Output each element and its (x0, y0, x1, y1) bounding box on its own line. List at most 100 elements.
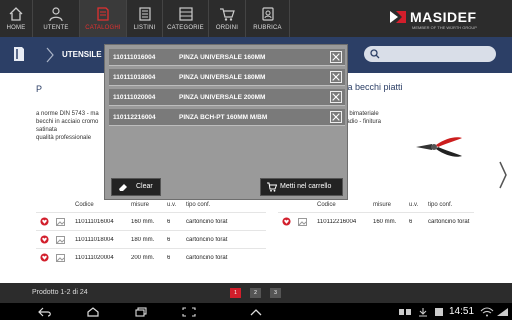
popup-item[interactable]: 110111020004 PINZA UNIVERSALE 200MM (109, 89, 345, 106)
download-icon (419, 308, 427, 317)
add-to-cart-button[interactable]: Metti nel carrello (260, 178, 343, 196)
nav-categorie[interactable]: CATEGORIE (163, 0, 209, 37)
signal-icon (497, 308, 508, 316)
col-header: tipo conf. (186, 202, 211, 208)
table-row[interactable]: 110112216004 160 mm. 6 cartoncino forat (278, 212, 474, 230)
cart-selection-popup: 110111016004 PINZA UNIVERSALE 160MM 1101… (104, 44, 348, 200)
nav-label: ORDINI (215, 25, 239, 31)
cart-icon (267, 182, 277, 192)
cell-size: 180 mm. (131, 237, 155, 243)
col-header: tipo conf. (428, 202, 453, 208)
item-code: 110111020004 (113, 94, 156, 101)
back-icon[interactable] (38, 307, 52, 317)
popup-item[interactable]: 110112216004 PINZA BCH-PT 160MM M/BM (109, 109, 345, 126)
cell-code: 110111016004 (75, 219, 114, 225)
cell-size: 160 mm. (373, 219, 397, 225)
nav-utente[interactable]: UTENTE (33, 0, 80, 37)
product-count: Prodotto 1-2 di 24 (32, 289, 88, 296)
cell-pack: cartoncino forat (428, 219, 470, 225)
table-row[interactable]: 110111018004 180 mm. 6 cartoncino forat (36, 230, 266, 248)
add-to-cart-label: Metti nel carrello (280, 183, 332, 190)
pagination-bar: Prodotto 1-2 di 24 1 2 3 (0, 283, 512, 303)
variants-table-left: Codice misure u.v. tipo conf. 1101110160… (36, 202, 266, 268)
wifi-icon (480, 307, 494, 317)
nav-label: CATALOGHI (85, 25, 121, 31)
nav-cataloghi[interactable]: CATALOGHI (80, 0, 127, 37)
page-button-1[interactable]: 1 (230, 288, 241, 298)
notification-icons (399, 309, 411, 315)
cell-pack: cartoncino forat (186, 255, 228, 261)
table-row[interactable]: 110111016004 160 mm. 6 cartoncino forat (36, 212, 266, 230)
desc-line: nadio - finitura (343, 119, 382, 125)
remove-item-icon[interactable] (330, 71, 342, 83)
col-header: Codice (75, 202, 94, 208)
nav-label: RUBRICA (253, 25, 282, 31)
product-title-left: P (36, 84, 43, 94)
favorite-heart-icon[interactable] (40, 253, 49, 262)
next-arrow-icon[interactable] (498, 160, 508, 190)
categories-icon (178, 7, 193, 21)
remove-item-icon[interactable] (330, 51, 342, 63)
page-button-3[interactable]: 3 (270, 288, 281, 298)
image-icon[interactable] (56, 218, 65, 226)
brand-tagline: MEMBER OF THE WÜRTH GROUP (412, 25, 477, 30)
nav-ordini[interactable]: ORDINI (209, 0, 246, 37)
remove-item-icon[interactable] (330, 111, 342, 123)
nav-label: HOME (6, 25, 26, 31)
search-input[interactable] (364, 46, 496, 62)
cell-code: 110111020004 (75, 255, 114, 261)
cell-size: 160 mm. (131, 219, 155, 225)
page-button-2[interactable]: 2 (250, 288, 261, 298)
popup-item[interactable]: 110111016004 PINZA UNIVERSALE 160MM (109, 49, 345, 66)
image-icon[interactable] (56, 254, 65, 262)
clear-button[interactable]: Clear (111, 178, 161, 196)
item-code: 110112216004 (113, 114, 156, 121)
nav-label: LISTINI (133, 25, 156, 31)
nav-label: UTENTE (43, 25, 69, 31)
brand-logo: MASIDEF MEMBER OF THE WÜRTH GROUP (390, 9, 496, 31)
popup-item[interactable]: 110111018004 PINZA UNIVERSALE 180MM (109, 69, 345, 86)
item-name: PINZA UNIVERSALE 160MM (179, 54, 266, 61)
cell-size: 200 mm. (131, 255, 155, 261)
table-row[interactable]: 110111020004 200 mm. 6 cartoncino forat (36, 248, 266, 266)
app-window: HOME UTENTE CATALOGHI LISTINI CATEGORIE … (0, 0, 512, 303)
addressbook-icon (261, 7, 274, 21)
home-icon (9, 7, 23, 21)
system-navigation-bar: 14:51 (0, 303, 512, 320)
cell-uv: 6 (167, 219, 171, 225)
cell-uv: 6 (167, 237, 171, 243)
top-navigation: HOME UTENTE CATALOGHI LISTINI CATEGORIE … (0, 0, 512, 37)
recent-apps-icon[interactable] (134, 307, 148, 317)
brand-name: MASIDEF (410, 9, 477, 25)
pliers-image (416, 137, 462, 157)
cell-code: 110111018004 (75, 237, 114, 243)
chevron-right-icon (46, 47, 54, 63)
cell-code: 110112216004 (317, 219, 357, 225)
nav-listini[interactable]: LISTINI (127, 0, 163, 37)
image-icon[interactable] (56, 236, 65, 244)
nav-home[interactable]: HOME (0, 0, 33, 37)
item-code: 110111018004 (113, 74, 156, 81)
nav-label: CATEGORIE (167, 25, 204, 31)
variants-table-right: Codice misure u.v. tipo conf. 1101122160… (278, 202, 478, 232)
favorite-heart-icon[interactable] (40, 217, 49, 226)
clear-label: Clear (136, 183, 153, 190)
user-icon (49, 7, 63, 22)
col-header: Codice (317, 202, 336, 208)
screenshot-icon[interactable] (182, 307, 196, 317)
eraser-icon (119, 184, 127, 191)
cell-pack: cartoncino forat (186, 237, 228, 243)
image-icon[interactable] (298, 218, 307, 226)
favorite-heart-icon[interactable] (40, 235, 49, 244)
catalog-book-icon[interactable] (12, 45, 26, 63)
remove-item-icon[interactable] (330, 91, 342, 103)
favorite-heart-icon[interactable] (282, 217, 291, 226)
product-description-left: a norme DIN 5743 - ma becchi in acciaio … (36, 110, 99, 142)
list-icon (138, 7, 151, 21)
home-button-icon[interactable] (86, 307, 100, 317)
chevron-up-icon[interactable] (249, 307, 263, 317)
nav-rubrica[interactable]: RUBRICA (246, 0, 290, 37)
breadcrumb-current[interactable]: UTENSILE (62, 50, 102, 59)
col-header: misure (131, 202, 150, 208)
col-header: misure (373, 202, 392, 208)
